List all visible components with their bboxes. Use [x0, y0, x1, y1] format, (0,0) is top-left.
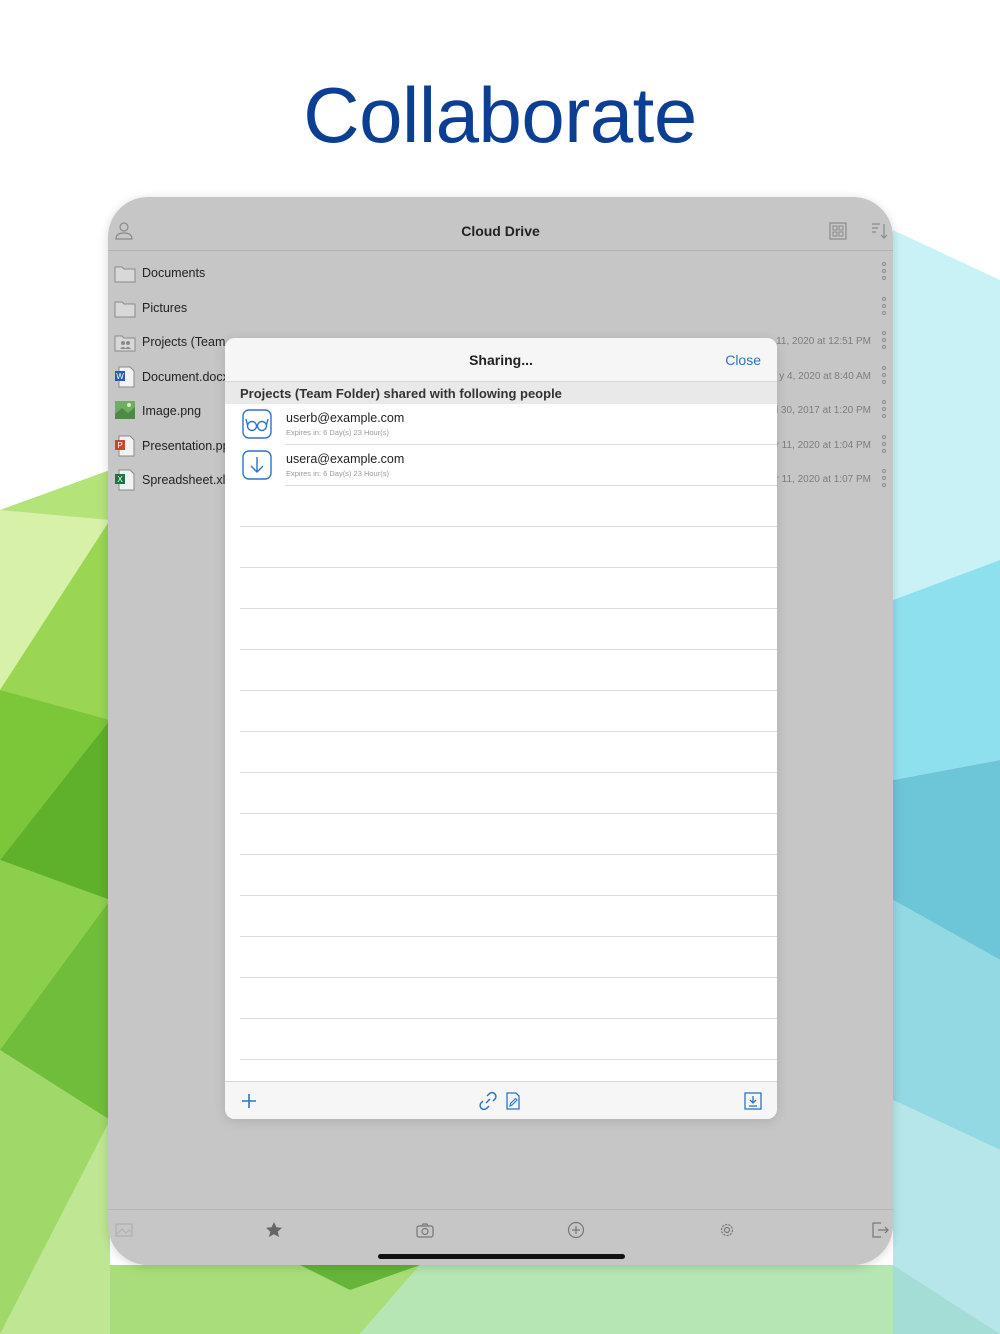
person-expiry: Expires in: 6 Day(s) 23 Hour(s) — [286, 428, 389, 437]
empty-row-divider — [240, 567, 777, 568]
logout-icon[interactable] — [870, 1220, 890, 1240]
file-name: Image.png — [142, 404, 202, 418]
file-row-documents[interactable]: Documents — [108, 258, 893, 292]
powerpoint-file-icon: P — [115, 435, 135, 457]
add-circle-icon[interactable] — [566, 1220, 586, 1240]
empty-row-divider — [240, 526, 777, 527]
image-file-icon — [115, 401, 135, 419]
headline: Collaborate — [303, 71, 697, 159]
settings-gear-icon[interactable] — [717, 1220, 737, 1240]
svg-text:P: P — [117, 441, 122, 450]
file-name: Documents — [142, 266, 206, 280]
empty-row-divider — [240, 813, 777, 814]
empty-row-divider — [240, 690, 777, 691]
empty-row-divider — [240, 895, 777, 896]
file-date: ar 11, 2020 at 1:07 PM — [770, 474, 871, 485]
save-icon[interactable] — [743, 1091, 763, 1111]
grid-view-icon[interactable] — [828, 221, 848, 241]
shared-people-list: userb@example.com Expires in: 6 Day(s) 2… — [225, 404, 777, 1081]
navbar-title: Cloud Drive — [461, 223, 540, 239]
more-options-icon[interactable] — [881, 468, 887, 490]
dialog-title: Sharing... — [469, 352, 533, 368]
camera-icon[interactable] — [415, 1220, 435, 1240]
empty-row-divider — [240, 772, 777, 773]
navigation-bar: Cloud Drive — [108, 197, 893, 251]
excel-file-icon: X — [115, 469, 135, 491]
dialog-toolbar — [225, 1081, 777, 1119]
shared-with-header: Projects (Team Folder) shared with follo… — [225, 382, 777, 404]
file-date: y 4, 2020 at 8:40 AM — [779, 371, 871, 382]
empty-row-divider — [240, 731, 777, 732]
person-email: usera@example.com — [286, 452, 405, 466]
file-date: r 11, 2020 at 1:04 PM — [775, 440, 871, 451]
empty-row-divider — [240, 854, 777, 855]
file-name: Projects (Team — [142, 335, 226, 349]
photos-icon[interactable] — [114, 1220, 134, 1240]
file-row-pictures[interactable]: Pictures — [108, 293, 893, 327]
svg-text:X: X — [117, 475, 123, 484]
folder-icon — [114, 301, 136, 318]
word-file-icon: W — [115, 366, 135, 388]
more-options-icon[interactable] — [881, 330, 887, 352]
folder-icon — [114, 266, 136, 283]
add-icon[interactable] — [239, 1091, 259, 1111]
file-name: Document.docx — [142, 370, 229, 384]
empty-row-divider — [240, 936, 777, 937]
shared-person-row[interactable]: usera@example.com Expires in: 6 Day(s) 2… — [225, 445, 777, 486]
more-options-icon[interactable] — [881, 434, 887, 456]
file-name: Spreadsheet.xls — [142, 473, 232, 487]
file-date: l 30, 2017 at 1:20 PM — [775, 405, 871, 416]
download-permission-icon — [242, 450, 272, 480]
home-indicator — [378, 1254, 625, 1259]
team-folder-icon — [114, 335, 136, 352]
row-divider — [285, 485, 777, 486]
more-options-icon[interactable] — [881, 365, 887, 387]
empty-row-divider — [240, 1059, 777, 1060]
link-icon[interactable] — [478, 1091, 498, 1111]
person-email: userb@example.com — [286, 411, 405, 425]
file-name: Pictures — [142, 301, 188, 315]
sort-icon[interactable] — [870, 221, 890, 241]
empty-row-divider — [240, 1018, 777, 1019]
sharing-dialog: Sharing... Close Projects (Team Folder) … — [225, 338, 777, 1119]
file-name: Presentation.pp — [142, 439, 230, 453]
empty-row-divider — [240, 977, 777, 978]
empty-row-divider — [240, 649, 777, 650]
file-date: 11, 2020 at 12:51 PM — [776, 336, 871, 347]
shared-person-row[interactable]: userb@example.com Expires in: 6 Day(s) 2… — [225, 404, 777, 445]
edit-file-icon[interactable] — [503, 1091, 523, 1111]
empty-row-divider — [240, 608, 777, 609]
more-options-icon[interactable] — [881, 399, 887, 421]
more-options-icon[interactable] — [881, 296, 887, 318]
person-expiry: Expires in: 6 Day(s) 23 Hour(s) — [286, 469, 389, 478]
view-only-glasses-icon — [242, 409, 272, 439]
favorites-star-icon[interactable] — [264, 1220, 284, 1240]
dialog-header: Sharing... Close — [225, 338, 777, 382]
svg-text:W: W — [116, 372, 124, 381]
close-button[interactable]: Close — [725, 352, 761, 368]
more-options-icon[interactable] — [881, 261, 887, 283]
